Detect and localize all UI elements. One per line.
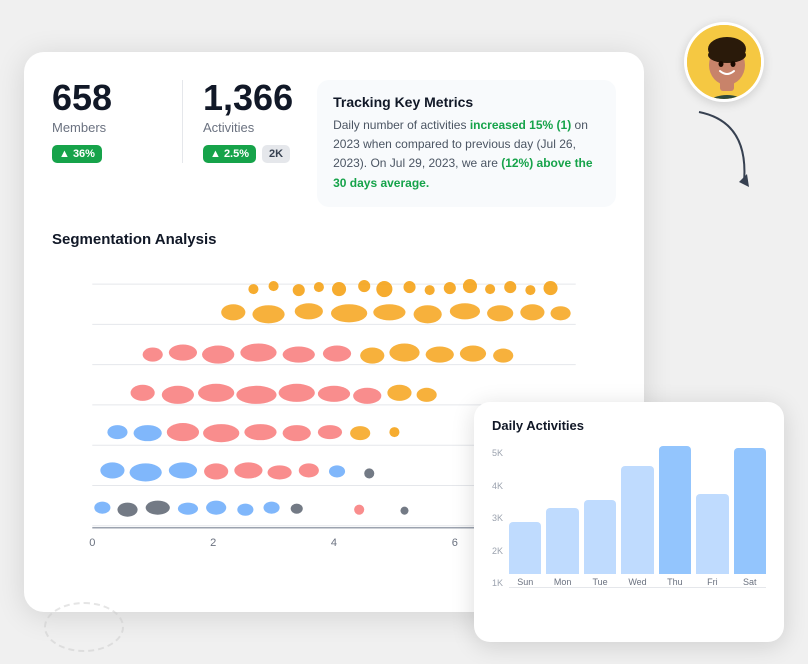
- y-label-3k: 3K: [492, 513, 503, 523]
- activities-label: Activities: [203, 120, 293, 135]
- label-fri: Fri: [707, 577, 718, 587]
- y-label-1k: 1K: [492, 578, 503, 588]
- bar-group-wed: Wed: [621, 466, 653, 587]
- activities-value: 1,366: [203, 80, 293, 116]
- svg-text:6: 6: [452, 537, 458, 549]
- tracking-highlight2: (12%) above the 30 days average.: [333, 156, 592, 189]
- activities-metric: 1,366 Activities ▲ 2.5% 2K: [182, 80, 293, 163]
- bar-wed: [621, 466, 653, 574]
- scene: 658 Members ▲ 36% 1,366 Activities ▲ 2.5…: [24, 22, 784, 642]
- label-tue: Tue: [592, 577, 607, 587]
- avatar: [684, 22, 764, 102]
- tracking-highlight1: increased 15% (1): [470, 118, 571, 132]
- svg-text:2: 2: [210, 537, 216, 549]
- members-label: Members: [52, 120, 162, 135]
- bar-tue: [584, 500, 616, 574]
- tracking-text: Daily number of activities increased 15%…: [333, 116, 600, 193]
- label-mon: Mon: [554, 577, 572, 587]
- bar-sun: [509, 522, 541, 574]
- bar-group-fri: Fri: [696, 494, 728, 587]
- bar-group-thu: Thu: [659, 446, 691, 587]
- activities-badge1: ▲ 2.5%: [203, 145, 256, 163]
- label-thu: Thu: [667, 577, 683, 587]
- bar-group-sat: Sat: [734, 448, 766, 587]
- label-sat: Sat: [743, 577, 757, 587]
- bars-container: Sun Mon Tue Wed: [509, 443, 766, 588]
- members-metric: 658 Members ▲ 36%: [52, 80, 162, 163]
- members-value: 658: [52, 80, 162, 116]
- bar-mon: [546, 508, 578, 574]
- bar-group-sun: Sun: [509, 522, 541, 587]
- metrics-row: 658 Members ▲ 36% 1,366 Activities ▲ 2.5…: [52, 80, 616, 207]
- svg-text:0: 0: [89, 537, 95, 549]
- y-label-5k: 5K: [492, 448, 503, 458]
- label-wed: Wed: [628, 577, 646, 587]
- arrow-icon: [679, 102, 759, 202]
- bar-chart-wrapper: 5K 4K 3K 2K 1K Sun Mon: [492, 443, 766, 613]
- y-label-4k: 4K: [492, 481, 503, 491]
- bar-group-mon: Mon: [546, 508, 578, 587]
- svg-text:4: 4: [331, 537, 337, 549]
- label-sun: Sun: [517, 577, 533, 587]
- y-label-2k: 2K: [492, 546, 503, 556]
- bar-group-tue: Tue: [584, 500, 616, 587]
- segmentation-title: Segmentation Analysis: [52, 231, 616, 248]
- tracking-box: Tracking Key Metrics Daily number of act…: [317, 80, 616, 207]
- activities-badges: ▲ 2.5% 2K: [203, 145, 293, 163]
- members-badge: ▲ 36%: [52, 145, 102, 163]
- bar-sat: [734, 448, 766, 574]
- decorative-circle: [44, 602, 124, 652]
- daily-activities-title: Daily Activities: [492, 418, 766, 433]
- members-badges: ▲ 36%: [52, 145, 162, 163]
- daily-activities-card: Daily Activities 5K 4K 3K 2K 1K Sun: [474, 402, 784, 642]
- bar-thu: [659, 446, 691, 574]
- activities-badge2: 2K: [262, 145, 290, 163]
- tracking-title: Tracking Key Metrics: [333, 94, 600, 110]
- bar-fri: [696, 494, 728, 574]
